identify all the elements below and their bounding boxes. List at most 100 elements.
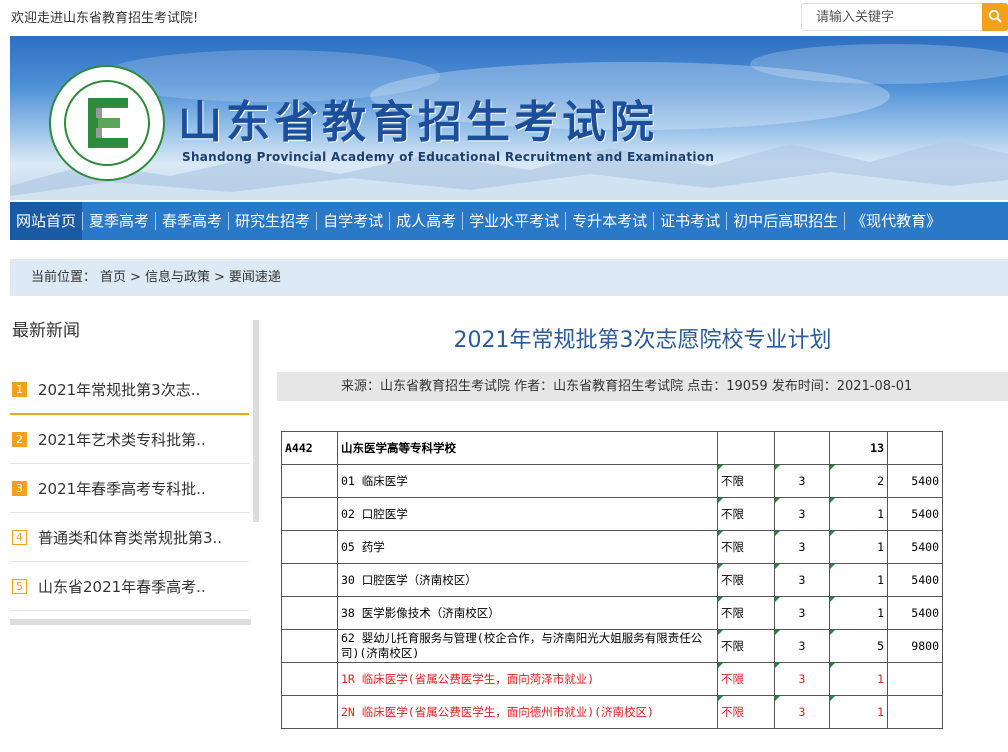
subject-limit: 不限	[717, 563, 775, 597]
plan-count: 1	[829, 563, 888, 597]
plan-count: 1	[829, 662, 888, 696]
welcome-text: 欢迎走进山东省教育招生考试院!	[11, 11, 199, 26]
table-cell	[281, 497, 338, 531]
study-years: 3	[774, 695, 830, 729]
nav-item[interactable]: 自学考试	[317, 202, 389, 240]
table-row: 1R 临床医学(省属公费医学生，面向菏泽市就业) 不限 3 1	[281, 662, 943, 696]
table-row: 2N 临床医学(省属公费医学生，面向德州市就业)(济南校区) 不限 3 1	[281, 695, 943, 729]
rank-badge: 4	[12, 529, 27, 545]
school-name: 山东医学高等专科学校	[337, 431, 718, 465]
nav-item[interactable]: 《现代教育》	[845, 202, 947, 240]
study-years: 3	[774, 497, 830, 531]
sidebar-news-item[interactable]: 4 普通类和体育类常规批第3..	[10, 513, 249, 562]
search-button[interactable]	[982, 3, 1008, 31]
breadcrumb-prefix: 当前位置：	[31, 270, 97, 285]
tuition-fee: 5400	[887, 563, 943, 597]
nav-item[interactable]: 夏季高考	[83, 202, 155, 240]
tuition-fee: 5400	[887, 497, 943, 531]
major-name: 62 婴幼儿托育服务与管理(校企合作，与济南阳光大姐服务有限责任公司)(济南校区…	[337, 629, 718, 663]
subject-limit: 不限	[717, 530, 775, 564]
sidebar-news-item[interactable]: 1 2021年常规批第3次志..	[10, 366, 249, 415]
site-banner: 山东省教育招生考试院 Shandong Provincial Academy o…	[10, 36, 1008, 200]
site-subtitle: Shandong Provincial Academy of Education…	[182, 150, 715, 164]
plan-count: 2	[829, 464, 888, 498]
study-years: 3	[774, 563, 830, 597]
major-name: 01 临床医学	[337, 464, 718, 498]
table-cell	[281, 662, 338, 696]
tuition-fee: 5400	[887, 530, 943, 564]
plan-count: 1	[829, 497, 888, 531]
news-title: 普通类和体育类常规批第3..	[38, 528, 223, 547]
subject-limit: 不限	[717, 596, 775, 630]
subject-limit: 不限	[717, 629, 775, 663]
breadcrumb: 当前位置： 首页 > 信息与政策 > 要闻速递	[10, 259, 1008, 296]
table-row: 30 口腔医学（济南校区） 不限 3 1 5400	[281, 563, 943, 597]
table-cell	[281, 629, 338, 663]
study-years: 3	[774, 629, 830, 663]
article-meta: 来源：山东省教育招生考试院 作者：山东省教育招生考试院 点击：19059 发布时…	[277, 372, 1008, 401]
subject-limit: 不限	[717, 497, 775, 531]
enrollment-plan-table: A442 山东医学高等专科学校 13 01 临床医学 不限 3 2 5400 02 口腔医…	[281, 431, 943, 729]
major-name: 30 口腔医学（济南校区）	[337, 563, 718, 597]
breadcrumb-separator: >	[130, 270, 141, 285]
search-icon	[988, 9, 1002, 23]
subject-limit: 不限	[717, 464, 775, 498]
table-cell	[717, 431, 775, 465]
breadcrumb-separator: >	[213, 270, 225, 285]
nav-item[interactable]: 研究生招考	[229, 202, 316, 240]
nav-item[interactable]: 专升本考试	[566, 202, 653, 240]
major-name: 05 药学	[337, 530, 718, 564]
tuition-fee	[887, 695, 943, 729]
rank-badge: 5	[12, 578, 27, 594]
breadcrumb-home[interactable]: 首页	[100, 270, 126, 285]
table-cell	[281, 464, 338, 498]
news-title: 2021年艺术类专科批第..	[38, 430, 206, 449]
news-title: 2021年春季高考专科批..	[38, 479, 206, 498]
plan-count: 1	[829, 596, 888, 630]
plan-count: 5	[829, 629, 888, 663]
nav-item[interactable]: 学业水平考试	[463, 202, 565, 240]
breadcrumb-current[interactable]: 要闻速递	[229, 270, 281, 285]
subject-limit: 不限	[717, 695, 775, 729]
study-years: 3	[774, 662, 830, 696]
sidebar-bottom-bar	[10, 619, 251, 625]
sidebar-scrollbar[interactable]	[253, 320, 259, 522]
table-header-row: A442 山东医学高等专科学校 13	[281, 431, 943, 465]
article-title: 2021年常规批第3次志愿院校专业计划	[453, 328, 832, 353]
table-row: 01 临床医学 不限 3 2 5400	[281, 464, 943, 498]
rank-badge: 1	[12, 382, 27, 397]
rank-badge: 2	[12, 431, 27, 447]
school-code: A442	[281, 431, 338, 465]
sidebar-news-item[interactable]: 3 2021年春季高考专科批..	[10, 464, 249, 513]
search-input[interactable]	[801, 3, 983, 31]
nav-item[interactable]: 春季高考	[156, 202, 228, 240]
nav-item[interactable]: 初中后高职招生	[727, 202, 844, 240]
plan-count: 1	[829, 695, 888, 729]
nav-item[interactable]: 成人高考	[390, 202, 462, 240]
study-years: 3	[774, 596, 830, 630]
academy-logo	[49, 65, 165, 181]
sidebar-news-item[interactable]: 5 山东省2021年春季高考..	[10, 562, 249, 611]
table-cell	[281, 530, 338, 564]
major-name: 1R 临床医学(省属公费医学生，面向菏泽市就业)	[337, 662, 718, 696]
tuition-fee	[887, 662, 943, 696]
sidebar-news-item[interactable]: 2 2021年艺术类专科批第..	[10, 415, 249, 464]
sidebar-title: 最新新闻	[12, 321, 80, 341]
school-total: 13	[829, 431, 888, 465]
table-cell	[281, 563, 338, 597]
nav-item[interactable]: 网站首页	[10, 202, 83, 240]
subject-limit: 不限	[717, 662, 775, 696]
major-name: 02 口腔医学	[337, 497, 718, 531]
table-cell	[281, 596, 338, 630]
latest-news-sidebar: 最新新闻 1 2021年常规批第3次志.. 2 2021年艺术类专科批第.. 3 2021…	[10, 320, 259, 625]
study-years: 3	[774, 530, 830, 564]
news-title: 2021年常规批第3次志..	[38, 381, 201, 399]
table-cell	[281, 695, 338, 729]
top-bar: 欢迎走进山东省教育招生考试院!	[0, 0, 1008, 33]
nav-item[interactable]: 证书考试	[654, 202, 726, 240]
study-years: 3	[774, 464, 830, 498]
plan-count: 1	[829, 530, 888, 564]
news-list: 1 2021年常规批第3次志.. 2 2021年艺术类专科批第.. 3 2021年春季高考…	[10, 366, 249, 611]
breadcrumb-section[interactable]: 信息与政策	[145, 270, 210, 285]
table-row: 38 医学影像技术（济南校区） 不限 3 1 5400	[281, 596, 943, 630]
